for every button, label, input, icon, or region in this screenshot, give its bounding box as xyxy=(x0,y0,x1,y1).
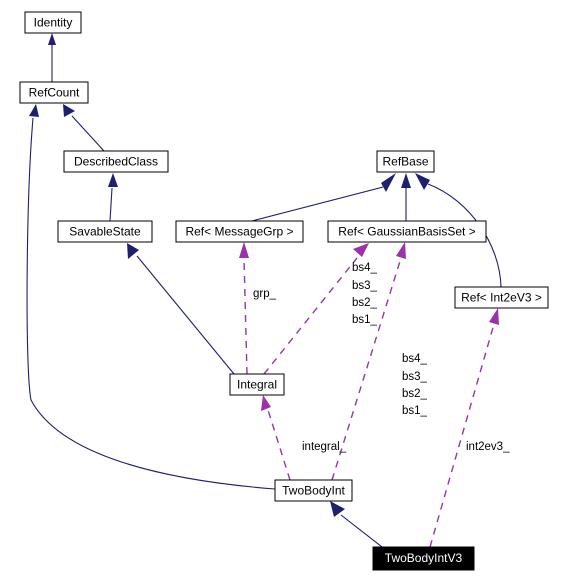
node-ref-messagegrp[interactable]: Ref< MessageGrp > xyxy=(175,220,304,243)
edge-label-bs1-upper: bs1_ xyxy=(352,314,378,326)
node-label-ref-int2ev3: Ref< Int2eV3 > xyxy=(461,291,542,305)
node-twobodyintv3[interactable]: TwoBodyIntV3 xyxy=(372,546,475,571)
node-label-identity: Identity xyxy=(34,16,73,30)
edge-label-integral: integral_ xyxy=(302,441,347,453)
edge-integral-refmessagegrp xyxy=(239,242,249,375)
edge-label-bs4-upper: bs4_ xyxy=(352,262,378,274)
edge-refgaussianbasisset-refbase xyxy=(401,173,411,221)
edge-twobodyint-integral xyxy=(261,395,291,481)
node-label-ref-gaussianbasisset: Ref< GaussianBasisSet > xyxy=(338,225,475,239)
diagram-canvas: Identity RefCount DescribedClass RefBase… xyxy=(19,11,549,571)
node-label-integral: Integral xyxy=(237,378,277,392)
edge-refmessagegrp-refbase xyxy=(251,173,396,222)
node-label-twobodyint: TwoBodyInt xyxy=(282,484,345,498)
node-label-refbase: RefBase xyxy=(382,155,428,169)
edge-twobodyintv3-twobodyint xyxy=(330,501,383,548)
edge-label-bs4-lower: bs4_ xyxy=(402,353,428,365)
edge-integral-savablestate xyxy=(127,243,235,375)
node-label-twobodyintv3: TwoBodyIntV3 xyxy=(385,551,463,565)
class-nodes: Identity RefCount DescribedClass RefBase… xyxy=(19,11,549,571)
node-twobodyint[interactable]: TwoBodyInt xyxy=(274,479,353,502)
edge-label-bs2-lower: bs2_ xyxy=(402,388,428,400)
uml-class-diagram: Identity RefCount DescribedClass RefBase… xyxy=(0,0,562,582)
node-label-refcount: RefCount xyxy=(29,86,80,100)
edge-label-bs1-lower: bs1_ xyxy=(402,405,428,417)
node-describedclass[interactable]: DescribedClass xyxy=(63,150,169,173)
node-refcount[interactable]: RefCount xyxy=(19,81,89,104)
edge-refcount-identity xyxy=(48,33,56,82)
node-label-savablestate: SavableState xyxy=(69,225,141,239)
node-ref-gaussianbasisset[interactable]: Ref< GaussianBasisSet > xyxy=(327,220,487,243)
edge-describedclass-refcount xyxy=(63,104,105,152)
node-integral[interactable]: Integral xyxy=(229,373,285,396)
node-ref-int2ev3[interactable]: Ref< Int2eV3 > xyxy=(454,286,549,309)
edge-label-bs3-upper: bs3_ xyxy=(352,280,378,292)
edge-label-int2ev3: int2ev3_ xyxy=(466,441,510,453)
node-label-describedclass: DescribedClass xyxy=(74,155,158,169)
node-savablestate[interactable]: SavableState xyxy=(57,220,153,243)
node-refbase[interactable]: RefBase xyxy=(376,150,435,173)
edge-twobodyintv3-refint2ev3 xyxy=(429,308,499,548)
node-label-ref-messagegrp: Ref< MessageGrp > xyxy=(185,225,293,239)
edge-label-grp: grp_ xyxy=(253,288,277,300)
edge-savablestate-describedclass xyxy=(108,173,118,222)
edge-label-bs3-lower: bs3_ xyxy=(402,371,428,383)
edge-label-bs2-upper: bs2_ xyxy=(352,297,378,309)
node-identity[interactable]: Identity xyxy=(24,11,82,34)
